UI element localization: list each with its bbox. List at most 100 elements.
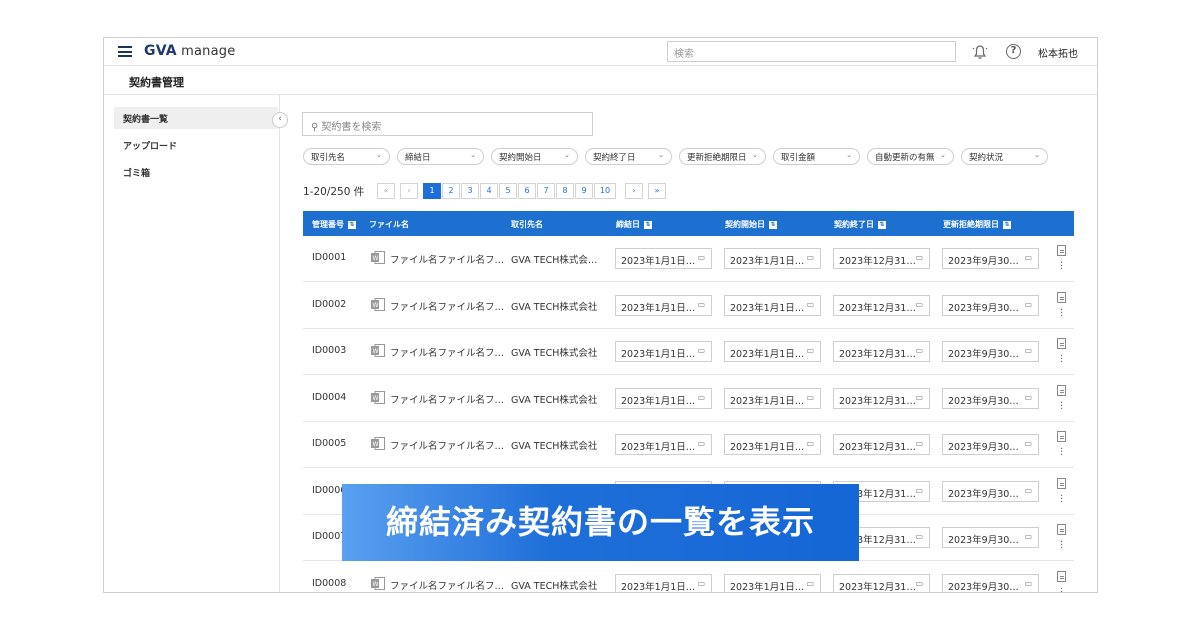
start-date-field[interactable]: 2023年1月1日…▭ xyxy=(724,387,821,409)
document-icon[interactable] xyxy=(1057,291,1066,303)
page-button[interactable]: 2 xyxy=(442,183,460,199)
more-options-icon[interactable]: ··· xyxy=(1060,445,1063,461)
table-row[interactable]: ID0001 W ファイル名ファイル名フ… GVA TECH株式会… 2023年1月1日… xyxy=(303,236,1074,282)
column-header-concluded[interactable]: 締結日 ⇅ xyxy=(616,219,652,230)
calendar-icon[interactable]: ▭ xyxy=(806,253,814,262)
calendar-icon[interactable]: ▭ xyxy=(1024,532,1032,541)
calendar-icon[interactable]: ▭ xyxy=(806,393,814,402)
file-name[interactable]: ファイル名ファイル名フ… xyxy=(390,345,504,359)
sort-icon[interactable]: ⇅ xyxy=(878,220,886,229)
calendar-icon[interactable]: ▭ xyxy=(915,439,923,448)
end-date-field[interactable]: 2023年12月31… ▭ xyxy=(833,387,930,409)
page-button[interactable]: 6 xyxy=(518,183,536,199)
calendar-icon[interactable]: ▭ xyxy=(697,393,705,402)
filter-auto-renew[interactable]: 自動更新の有無 ⌄ xyxy=(867,148,954,165)
more-options-icon[interactable]: ··· xyxy=(1060,491,1063,507)
page-button[interactable]: 8 xyxy=(556,183,574,199)
calendar-icon[interactable]: ▭ xyxy=(1024,579,1032,588)
concluded-date-field[interactable]: 2023年1月1日…▭ xyxy=(615,248,712,269)
filter-partner[interactable]: 取引先名 ⌄ xyxy=(303,148,390,165)
column-header-start[interactable]: 契約開始日 ⇅ xyxy=(725,219,777,230)
start-date-field[interactable]: 2023年1月1日…▭ xyxy=(724,434,821,455)
more-options-icon[interactable]: ··· xyxy=(1060,352,1063,368)
calendar-icon[interactable]: ▭ xyxy=(915,300,923,309)
table-row[interactable]: ID0008 W ファイル名ファイル名フ… GVA TECH株式会社 2023年1月1日… xyxy=(303,562,1074,592)
calendar-icon[interactable]: ▭ xyxy=(806,439,814,448)
column-header-id[interactable]: 管理番号 ⇅ xyxy=(312,219,356,230)
table-row[interactable]: ID0002 W ファイル名ファイル名フ… GVA TECH株式会社 2023年1月1日… xyxy=(303,283,1074,329)
file-name[interactable]: ファイル名ファイル名フ… xyxy=(390,252,504,266)
file-name[interactable]: ファイル名ファイル名フ… xyxy=(390,392,504,406)
page-button[interactable]: 3 xyxy=(461,183,479,199)
calendar-icon[interactable]: ▭ xyxy=(1024,439,1032,448)
app-logo[interactable]: GVA manage xyxy=(144,43,235,59)
contract-search-input[interactable]: ⚲ 契約書を検索 xyxy=(302,112,593,136)
refusal-date-field[interactable]: 2023年9月30… ▭ xyxy=(942,387,1039,409)
refusal-date-field[interactable]: 2023年9月30… ▭ xyxy=(942,527,1039,548)
sidebar-item-upload[interactable]: アップロード xyxy=(114,134,278,156)
file-name[interactable]: ファイル名ファイル名フ… xyxy=(390,438,504,452)
file-name[interactable]: ファイル名ファイル名フ… xyxy=(390,299,504,313)
refusal-date-field[interactable]: 2023年9月30… ▭ xyxy=(942,294,1039,316)
help-icon[interactable]: ? xyxy=(1006,44,1021,59)
calendar-icon[interactable]: ▭ xyxy=(1024,253,1032,262)
calendar-icon[interactable]: ▭ xyxy=(915,346,923,355)
calendar-icon[interactable]: ▭ xyxy=(697,439,705,448)
document-icon[interactable] xyxy=(1057,245,1066,256)
document-icon[interactable] xyxy=(1057,338,1066,349)
calendar-icon[interactable]: ▭ xyxy=(697,579,705,588)
refusal-date-field[interactable]: 2023年9月30… ▭ xyxy=(942,248,1039,269)
filter-start-date[interactable]: 契約開始日 ⌄ xyxy=(491,148,578,165)
document-icon[interactable] xyxy=(1057,384,1066,396)
document-icon[interactable] xyxy=(1057,570,1066,582)
table-row[interactable]: ID0003 W ファイル名ファイル名フ… GVA TECH株式会社 2023年1月1日… xyxy=(303,329,1074,375)
calendar-icon[interactable]: ▭ xyxy=(915,579,923,588)
start-date-field[interactable]: 2023年1月1日…▭ xyxy=(724,573,821,592)
calendar-icon[interactable]: ▭ xyxy=(915,393,923,402)
page-button[interactable]: 9 xyxy=(575,183,593,199)
last-page-button[interactable]: » xyxy=(648,183,666,199)
document-icon[interactable] xyxy=(1057,477,1066,489)
filter-status[interactable]: 契約状況 ⌄ xyxy=(961,148,1048,165)
concluded-date-field[interactable]: 2023年1月1日…▭ xyxy=(615,341,712,362)
more-options-icon[interactable]: ··· xyxy=(1060,584,1063,592)
hamburger-menu-icon[interactable] xyxy=(118,46,132,57)
concluded-date-field[interactable]: 2023年1月1日…▭ xyxy=(615,294,712,316)
more-options-icon[interactable]: ··· xyxy=(1060,398,1063,414)
page-button[interactable]: 1 xyxy=(423,183,441,199)
column-header-end[interactable]: 契約終了日 ⇅ xyxy=(834,219,886,230)
concluded-date-field[interactable]: 2023年1月1日…▭ xyxy=(615,434,712,455)
more-options-icon[interactable]: ··· xyxy=(1060,259,1063,275)
sidebar-item-contract-list[interactable]: 契約書一覧 xyxy=(114,107,278,129)
sort-icon[interactable]: ⇅ xyxy=(644,220,652,229)
calendar-icon[interactable]: ▭ xyxy=(915,253,923,262)
next-page-button[interactable]: › xyxy=(625,183,643,199)
more-options-icon[interactable]: ··· xyxy=(1060,538,1063,554)
page-button[interactable]: 10 xyxy=(594,183,616,199)
page-button[interactable]: 4 xyxy=(480,183,498,199)
end-date-field[interactable]: 2023年12月31… ▭ xyxy=(833,341,930,362)
document-icon[interactable] xyxy=(1057,524,1066,535)
prev-page-button[interactable]: ‹ xyxy=(400,183,418,199)
sort-icon[interactable]: ⇅ xyxy=(1003,220,1011,229)
table-row[interactable]: ID0004 W ファイル名ファイル名フ… GVA TECH株式会社 2023年1月1日… xyxy=(303,376,1074,422)
more-options-icon[interactable]: ··· xyxy=(1060,305,1063,321)
end-date-field[interactable]: 2023年12月31… ▭ xyxy=(833,294,930,316)
calendar-icon[interactable]: ▭ xyxy=(1024,346,1032,355)
refusal-date-field[interactable]: 2023年9月30… ▭ xyxy=(942,480,1039,502)
concluded-date-field[interactable]: 2023年1月1日…▭ xyxy=(615,573,712,592)
start-date-field[interactable]: 2023年1月1日…▭ xyxy=(724,248,821,269)
filter-end-date[interactable]: 契約終了日 ⌄ xyxy=(585,148,672,165)
first-page-button[interactable]: « xyxy=(377,183,395,199)
calendar-icon[interactable]: ▭ xyxy=(806,300,814,309)
end-date-field[interactable]: 2023年12月31… ▭ xyxy=(833,573,930,592)
refusal-date-field[interactable]: 2023年9月30… ▭ xyxy=(942,434,1039,455)
calendar-icon[interactable]: ▭ xyxy=(1024,486,1032,495)
calendar-icon[interactable]: ▭ xyxy=(1024,300,1032,309)
calendar-icon[interactable]: ▭ xyxy=(697,346,705,355)
calendar-icon[interactable]: ▭ xyxy=(806,346,814,355)
refusal-date-field[interactable]: 2023年9月30… ▭ xyxy=(942,573,1039,592)
filter-refusal-deadline[interactable]: 更新拒絶期限日 ⌄ xyxy=(679,148,766,165)
calendar-icon[interactable]: ▭ xyxy=(1024,393,1032,402)
file-name[interactable]: ファイル名ファイル名フ… xyxy=(390,578,504,592)
